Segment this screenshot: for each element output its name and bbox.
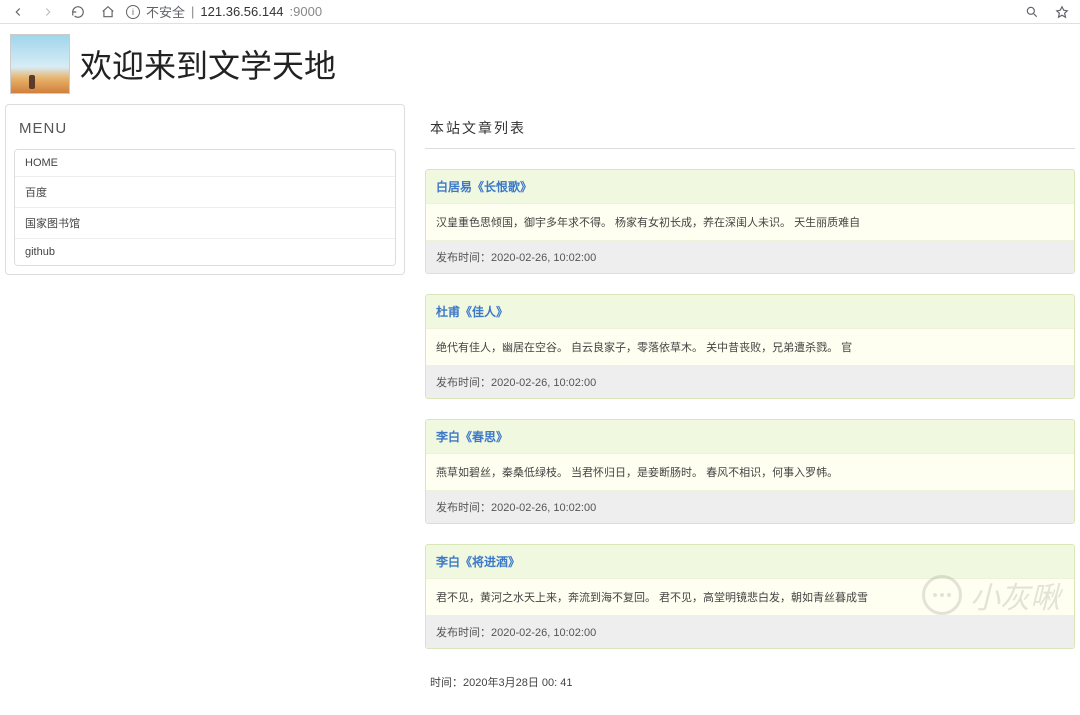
address-bar[interactable]: i 不安全 | 121.36.56.144:9000 xyxy=(126,2,322,21)
zoom-icon[interactable] xyxy=(1024,4,1040,20)
article-card: 李白《将进酒》 君不见，黄河之水天上来，奔流到海不复回。 君不见，高堂明镜悲白发… xyxy=(425,544,1075,649)
info-icon[interactable]: i xyxy=(126,5,140,19)
article-excerpt: 汉皇重色思倾国，御宇多年求不得。 杨家有女初长成，养在深闺人未识。 天生丽质难自 xyxy=(426,203,1074,241)
article-title-link[interactable]: 白居易《长恨歌》 xyxy=(426,170,1074,203)
menu-item-nlc[interactable]: 国家图书馆 xyxy=(15,208,395,239)
article-title-link[interactable]: 杜甫《佳人》 xyxy=(426,295,1074,328)
back-icon[interactable] xyxy=(10,4,26,20)
sidebar: MENU HOME 百度 国家图书馆 github xyxy=(5,104,405,275)
browser-toolbar: i 不安全 | 121.36.56.144:9000 xyxy=(0,0,1080,24)
menu-item-github[interactable]: github xyxy=(15,239,395,265)
menu-list: HOME 百度 国家图书馆 github xyxy=(14,149,396,266)
article-excerpt: 燕草如碧丝，秦桑低绿枝。 当君怀归日，是妾断肠时。 春风不相识，何事入罗帏。 xyxy=(426,453,1074,491)
menu-heading: MENU xyxy=(19,120,396,137)
url-port: :9000 xyxy=(290,4,323,19)
article-meta: 发布时间：2020-02-26, 10:02:00 xyxy=(426,366,1074,398)
main-content: 本站文章列表 白居易《长恨歌》 汉皇重色思倾国，御宇多年求不得。 杨家有女初长成… xyxy=(425,104,1075,695)
article-meta: 发布时间：2020-02-26, 10:02:00 xyxy=(426,241,1074,273)
article-title-link[interactable]: 李白《春思》 xyxy=(426,420,1074,453)
article-card: 李白《春思》 燕草如碧丝，秦桑低绿枝。 当君怀归日，是妾断肠时。 春风不相识，何… xyxy=(425,419,1075,524)
reload-icon[interactable] xyxy=(70,4,86,20)
article-excerpt: 君不见，黄河之水天上来，奔流到海不复回。 君不见，高堂明镜悲白发，朝如青丝暮成雪 xyxy=(426,578,1074,616)
insecure-label: 不安全 xyxy=(146,2,185,21)
url-host: 121.36.56.144 xyxy=(200,4,283,19)
article-meta: 发布时间：2020-02-26, 10:02:00 xyxy=(426,616,1074,648)
star-icon[interactable] xyxy=(1054,4,1070,20)
article-excerpt: 绝代有佳人，幽居在空谷。 自云良家子，零落依草木。 关中昔丧败，兄弟遭杀戮。 官 xyxy=(426,328,1074,366)
site-header: 欢迎来到文学天地 xyxy=(0,24,1080,104)
article-meta: 发布时间：2020-02-26, 10:02:00 xyxy=(426,491,1074,523)
site-logo xyxy=(10,34,70,94)
forward-icon[interactable] xyxy=(40,4,56,20)
article-title-link[interactable]: 李白《将进酒》 xyxy=(426,545,1074,578)
article-card: 杜甫《佳人》 绝代有佳人，幽居在空谷。 自云良家子，零落依草木。 关中昔丧败，兄… xyxy=(425,294,1075,399)
menu-item-home[interactable]: HOME xyxy=(15,150,395,177)
page-timestamp: 时间：2020年3月28日 00: 41 xyxy=(425,649,1075,695)
site-title: 欢迎来到文学天地 xyxy=(80,41,336,87)
article-list-heading: 本站文章列表 xyxy=(425,104,1075,149)
menu-item-baidu[interactable]: 百度 xyxy=(15,177,395,208)
home-icon[interactable] xyxy=(100,4,116,20)
article-card: 白居易《长恨歌》 汉皇重色思倾国，御宇多年求不得。 杨家有女初长成，养在深闺人未… xyxy=(425,169,1075,274)
